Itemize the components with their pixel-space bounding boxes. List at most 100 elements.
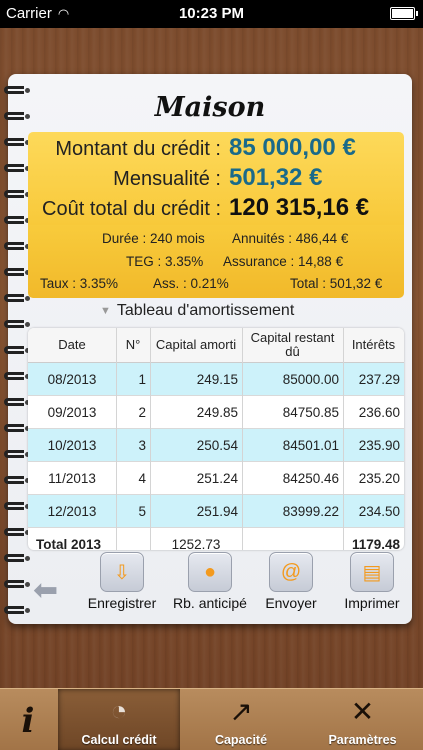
ring-icon xyxy=(4,372,30,380)
piggy-bank-icon: ● xyxy=(188,552,232,592)
table-row[interactable]: 12/2013 5 251.94 83999.22 234.50 xyxy=(28,495,404,528)
cell-total-restant xyxy=(242,528,343,550)
table-row[interactable]: 10/2013 3 250.54 84501.01 235.90 xyxy=(28,429,404,462)
cell-total-interets: 1179.48 xyxy=(351,537,400,550)
cell-date: 10/2013 xyxy=(47,437,97,453)
early-repayment-button-label: Rb. anticipé xyxy=(173,595,247,611)
ring-icon xyxy=(4,398,30,406)
cell-capital-restant: 85000.00 xyxy=(282,371,339,387)
cell-date: 08/2013 xyxy=(47,371,97,387)
header-capital-restant: Capital restant dû xyxy=(250,330,335,359)
print-button[interactable]: ▤ Imprimer xyxy=(332,552,412,611)
cell-interets: 235.90 xyxy=(358,437,400,453)
tab-parametres[interactable]: ✕ Paramètres xyxy=(302,689,423,750)
cell-interets: 235.20 xyxy=(358,470,400,486)
summary-label: Coût total du crédit : xyxy=(42,198,221,220)
print-button-label: Imprimer xyxy=(344,595,400,611)
ring-icon xyxy=(4,216,30,224)
save-button[interactable]: ⇩ Enregistrer xyxy=(82,552,162,611)
cell-number: 4 xyxy=(138,470,146,486)
column-divider xyxy=(116,328,117,550)
ring-icon xyxy=(4,268,30,276)
detail-duree: Durée : 240 mois xyxy=(102,231,205,246)
tab-bar: i ◔ Calcul crédit ↗ Capacité ✕ Paramètre… xyxy=(0,688,423,750)
table-total-row: Total 2013 1252.73 1179.48 xyxy=(28,528,404,550)
cell-number: 2 xyxy=(138,404,146,420)
summary-label: Montant du crédit : xyxy=(55,138,221,160)
summary-row-amount: Montant du crédit : 85 000,00 € xyxy=(28,134,356,164)
header-date: Date xyxy=(58,337,86,352)
tab-capacite[interactable]: ↗ Capacité xyxy=(180,689,302,750)
early-repayment-button[interactable]: ● Rb. anticipé xyxy=(170,552,250,611)
status-bar: Carrier ◠ 10:23 PM xyxy=(0,0,423,28)
cell-number: 5 xyxy=(138,503,146,519)
ring-icon xyxy=(4,450,30,458)
cell-capital-amorti: 250.54 xyxy=(196,437,238,453)
notebook: Maison Montant du crédit : 85 000,00 € M… xyxy=(4,74,412,624)
summary-label: Mensualité : xyxy=(113,168,221,190)
cell-capital-restant: 84750.85 xyxy=(282,404,339,420)
header-interets: Intérêts xyxy=(351,337,396,352)
ring-icon xyxy=(4,606,30,614)
summary-row-total-cost: Coût total du crédit : 120 315,16 € xyxy=(28,194,369,224)
chevron-down-icon: ▼ xyxy=(100,305,111,317)
detail-ass: Ass. : 0.21% xyxy=(153,276,229,291)
detail-annuites: Annuités : 486,44 € xyxy=(232,231,349,246)
ring-icon xyxy=(4,528,30,536)
header-capital-amorti: Capital amorti xyxy=(155,337,237,352)
cell-capital-restant: 83999.22 xyxy=(282,503,339,519)
ring-icon xyxy=(4,476,30,484)
send-button[interactable]: @ Envoyer xyxy=(251,552,331,611)
detail-total: Total : 501,32 € xyxy=(290,276,383,291)
printer-icon: ▤ xyxy=(350,552,394,592)
detail-teg: TEG : 3.35% xyxy=(126,254,204,269)
table-title[interactable]: ▼ Tableau d'amortissement xyxy=(100,302,294,320)
ring-icon xyxy=(4,164,30,172)
column-divider xyxy=(343,328,344,550)
detail-taux: Taux : 3.35% xyxy=(40,276,119,291)
cell-date: 09/2013 xyxy=(47,404,97,420)
tab-calcul-credit[interactable]: ◔ Calcul crédit xyxy=(58,689,180,750)
cell-capital-restant: 84501.01 xyxy=(282,437,339,453)
ring-icon xyxy=(4,580,30,588)
ring-icon xyxy=(4,294,30,302)
ring-icon xyxy=(4,320,30,328)
cell-capital-amorti: 251.24 xyxy=(196,470,238,486)
cell-number: 3 xyxy=(138,437,146,453)
detail-assurance: Assurance : 14,88 € xyxy=(223,254,344,269)
summary-row-monthly: Mensualité : 501,32 € xyxy=(28,164,322,194)
table-title-label: Tableau d'amortissement xyxy=(116,302,295,319)
ring-icon xyxy=(4,138,30,146)
cell-total-number xyxy=(116,528,150,550)
ring-icon xyxy=(4,424,30,432)
summary-value: 501,32 € xyxy=(229,164,323,191)
cell-capital-amorti: 251.94 xyxy=(196,503,238,519)
table-row[interactable]: 08/2013 1 249.15 85000.00 237.29 xyxy=(28,363,404,396)
tab-label: Paramètres xyxy=(328,733,397,747)
table-row[interactable]: 11/2013 4 251.24 84250.46 235.20 xyxy=(28,462,404,495)
cell-date: 12/2013 xyxy=(47,503,97,519)
cell-date: 11/2013 xyxy=(48,470,96,486)
column-divider xyxy=(242,328,243,550)
tab-label: Calcul crédit xyxy=(81,733,157,747)
header-number: N° xyxy=(125,337,141,352)
ring-icon xyxy=(4,242,30,250)
info-icon: i xyxy=(21,701,35,741)
growth-chart-icon: ↗ xyxy=(229,696,253,727)
cell-interets: 236.60 xyxy=(358,404,400,420)
save-icon: ⇩ xyxy=(100,552,144,592)
amortization-table[interactable]: Date N° Capital amorti Capital restant d… xyxy=(28,328,404,550)
summary-value: 85 000,00 € xyxy=(229,134,356,161)
table-row[interactable]: 09/2013 2 249.85 84750.85 236.60 xyxy=(28,396,404,429)
page-title: Maison xyxy=(154,92,266,123)
cell-interets: 237.29 xyxy=(358,371,400,387)
save-button-label: Enregistrer xyxy=(87,595,157,611)
summary-value: 120 315,16 € xyxy=(229,194,370,221)
tab-info[interactable]: i xyxy=(0,689,56,750)
cell-capital-amorti: 249.15 xyxy=(196,371,238,387)
ring-icon xyxy=(4,190,30,198)
battery-icon xyxy=(390,7,418,20)
cell-number: 1 xyxy=(138,371,146,387)
back-arrow-icon[interactable]: ⬅ xyxy=(33,576,81,606)
pie-chart-icon: ◔ xyxy=(110,695,128,726)
